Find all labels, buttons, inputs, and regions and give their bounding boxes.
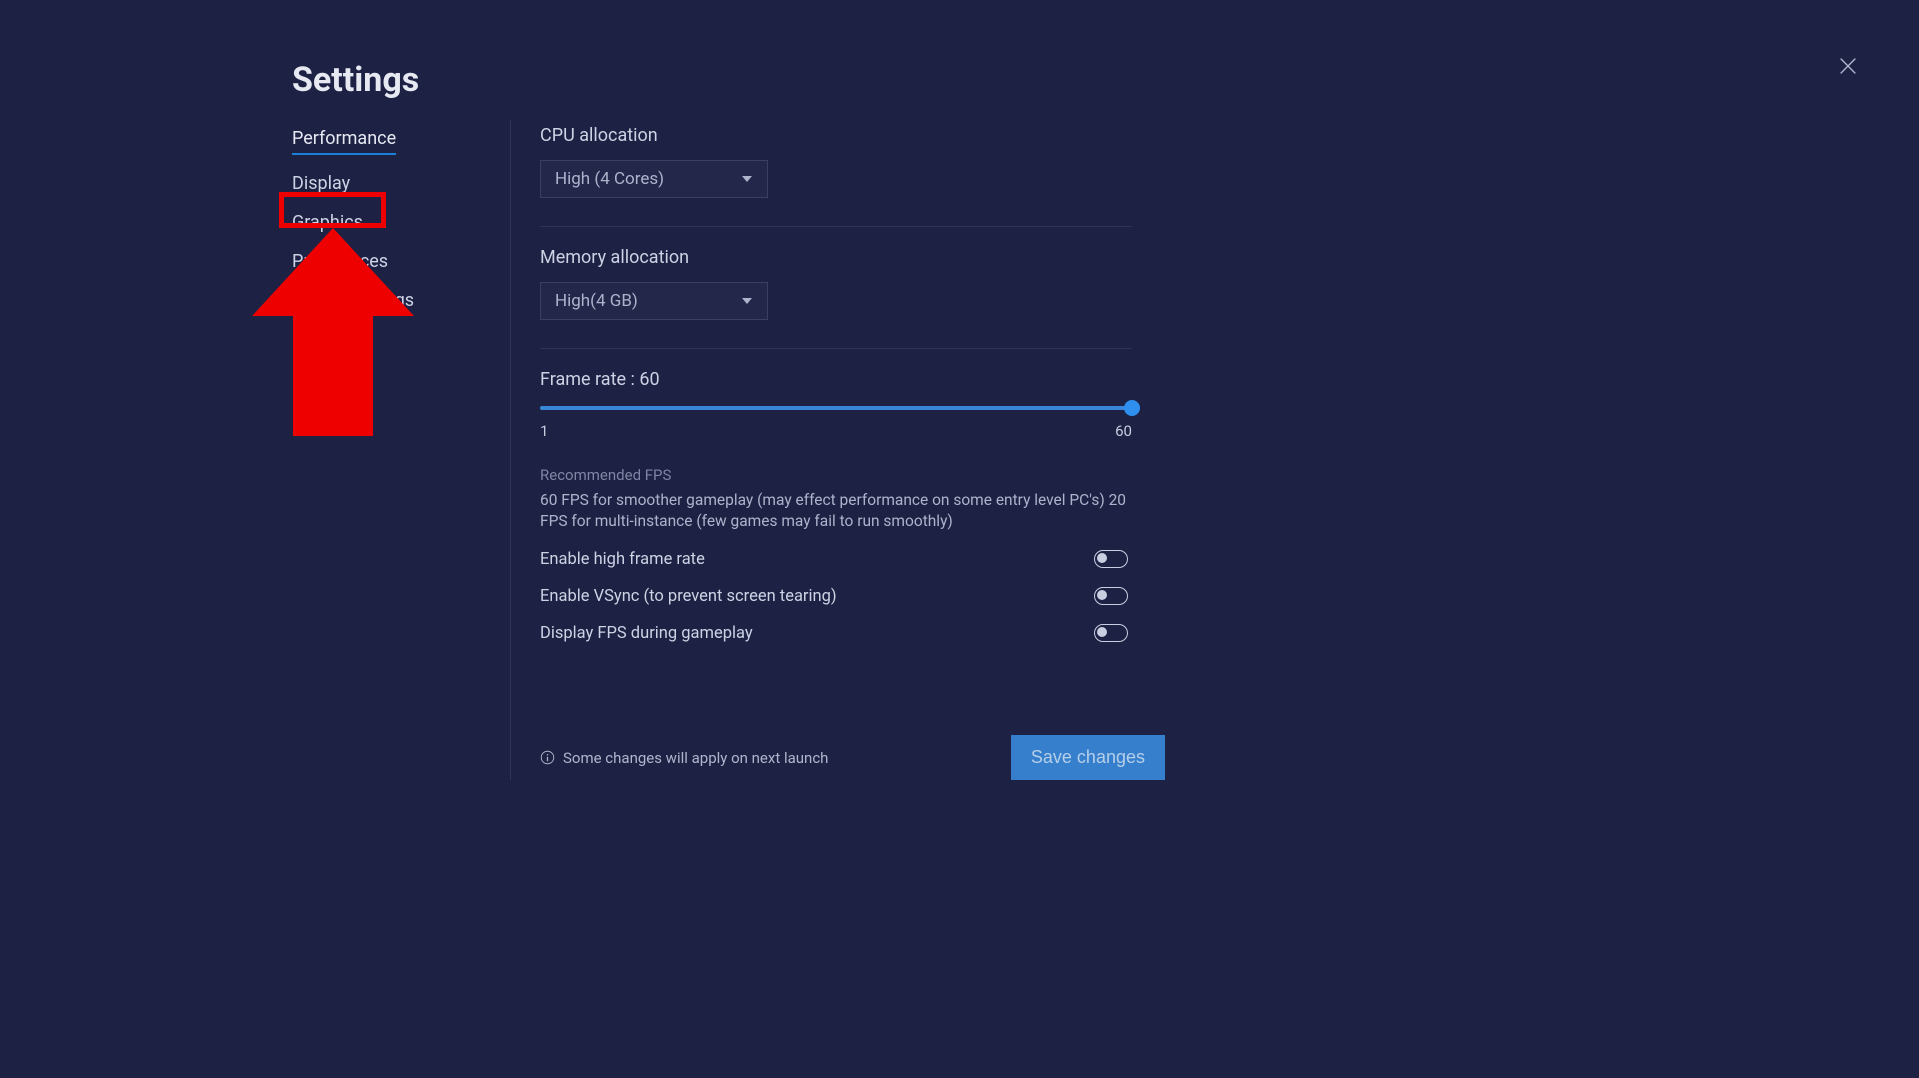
divider: [540, 348, 1132, 349]
close-button[interactable]: [1837, 55, 1859, 77]
page-title: Settings: [292, 60, 419, 100]
sidebar-item-device-settings[interactable]: Device settings: [292, 290, 414, 311]
toggle-row-display-fps: Display FPS during gameplay: [540, 624, 1128, 643]
frame-rate-label: Frame rate : 60: [540, 369, 1132, 390]
toggle-dot: [1097, 553, 1107, 563]
sidebar-item-performance[interactable]: Performance: [292, 128, 396, 155]
chevron-down-icon: [741, 295, 753, 307]
cpu-allocation-value: High (4 Cores): [555, 169, 741, 189]
toggle-row-vsync: Enable VSync (to prevent screen tearing): [540, 587, 1128, 606]
settings-footer: Some changes will apply on next launch S…: [540, 735, 1165, 780]
frame-rate-min: 1: [540, 422, 548, 440]
cpu-allocation-label: CPU allocation: [540, 125, 1160, 146]
cpu-allocation-select[interactable]: High (4 Cores): [540, 160, 768, 198]
enable-high-frame-rate-label: Enable high frame rate: [540, 550, 705, 569]
enable-vsync-label: Enable VSync (to prevent screen tearing): [540, 587, 837, 606]
settings-main: CPU allocation High (4 Cores) Memory all…: [540, 125, 1160, 643]
sidebar-item-display[interactable]: Display: [292, 173, 350, 194]
frame-rate-slider[interactable]: [540, 406, 1132, 410]
toggle-row-high-frame-rate: Enable high frame rate: [540, 550, 1128, 569]
toggle-dot: [1097, 590, 1107, 600]
sidebar-item-preferences[interactable]: Preferences: [292, 251, 388, 272]
save-changes-button[interactable]: Save changes: [1011, 735, 1165, 780]
frame-rate-section: Frame rate : 60 1 60: [540, 369, 1132, 440]
divider: [540, 226, 1132, 227]
display-fps-toggle[interactable]: [1094, 624, 1128, 642]
display-fps-label: Display FPS during gameplay: [540, 624, 753, 643]
chevron-down-icon: [741, 173, 753, 185]
close-icon: [1837, 55, 1859, 77]
recommended-fps-heading: Recommended FPS: [540, 466, 1160, 484]
memory-allocation-select[interactable]: High(4 GB): [540, 282, 768, 320]
footer-notice: Some changes will apply on next launch: [540, 749, 828, 767]
toggle-dot: [1097, 627, 1107, 637]
memory-allocation-label: Memory allocation: [540, 247, 1160, 268]
footer-notice-text: Some changes will apply on next launch: [563, 749, 828, 767]
settings-sidebar: Performance Display Graphics Preferences…: [292, 128, 472, 329]
enable-high-frame-rate-toggle[interactable]: [1094, 550, 1128, 568]
recommended-fps-description: 60 FPS for smoother gameplay (may effect…: [540, 490, 1132, 532]
enable-vsync-toggle[interactable]: [1094, 587, 1128, 605]
info-icon: [540, 750, 555, 765]
sidebar-item-graphics[interactable]: Graphics: [292, 212, 363, 233]
frame-rate-slider-knob[interactable]: [1124, 400, 1140, 416]
vertical-divider: [510, 120, 511, 780]
memory-allocation-value: High(4 GB): [555, 291, 741, 311]
frame-rate-max: 60: [1115, 422, 1132, 440]
settings-dialog: Settings Performance Display Graphics Pr…: [0, 0, 1919, 1078]
